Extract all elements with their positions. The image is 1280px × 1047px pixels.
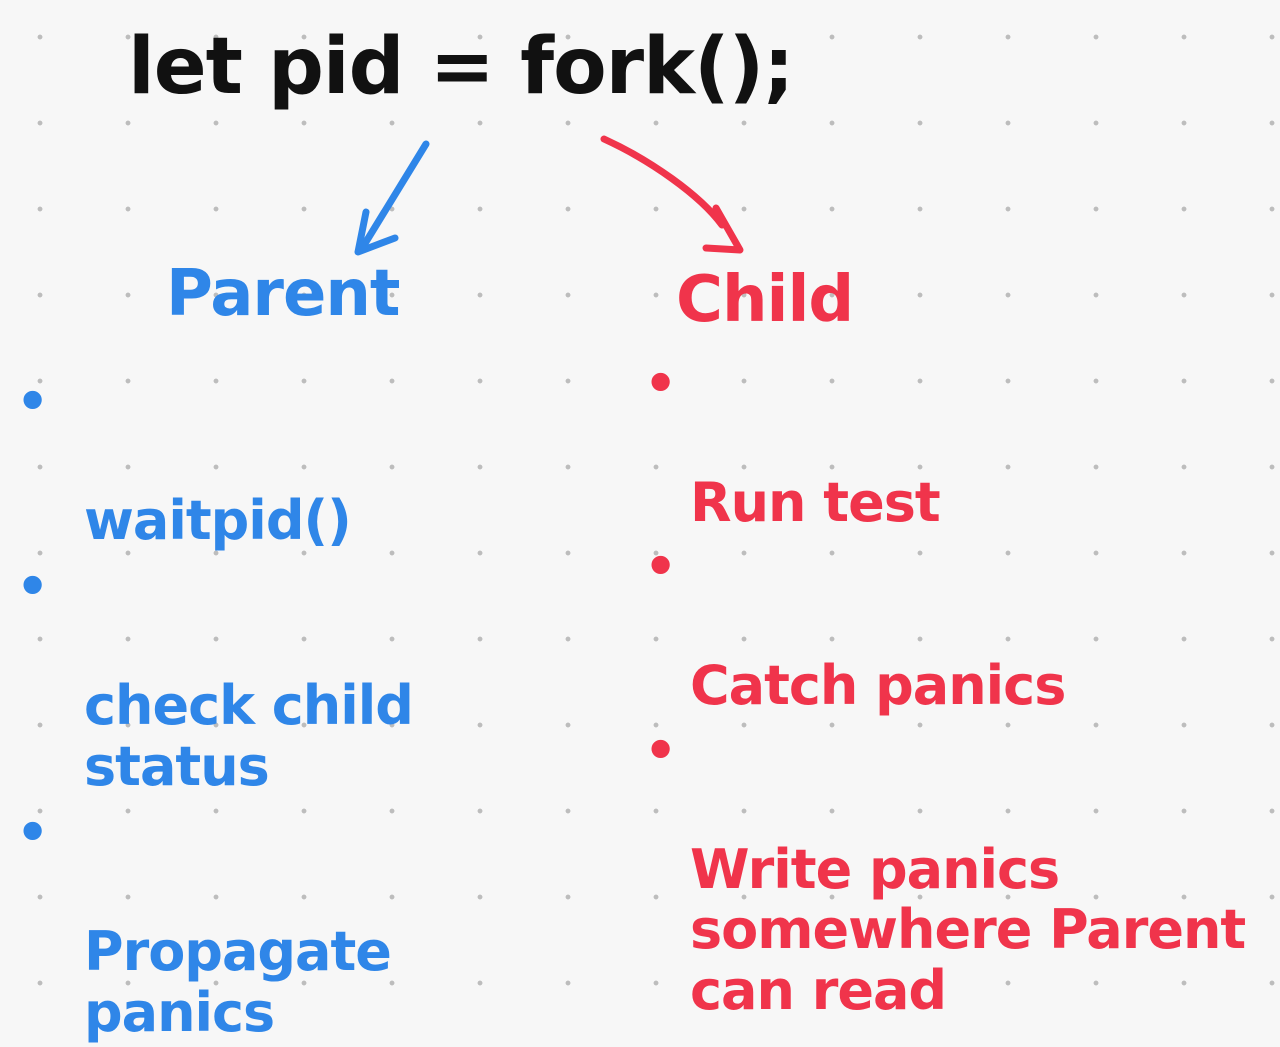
child-list-item: • Catch panics bbox=[644, 535, 1270, 718]
bullet-marker: • bbox=[16, 372, 49, 432]
red-arrow-to-child bbox=[600, 135, 744, 254]
bullet-marker: • bbox=[644, 537, 677, 598]
parent-item-text: Propagate panics bbox=[84, 920, 392, 1044]
child-heading: Child bbox=[676, 263, 854, 337]
child-item-text: Run test bbox=[690, 470, 941, 534]
bullet-marker: • bbox=[16, 557, 49, 618]
child-item-text: Write panics somewhere Parent can read bbox=[690, 837, 1246, 1022]
bullet-marker: • bbox=[644, 354, 677, 414]
child-list-item: • Write panics somewhere Parent can read bbox=[644, 719, 1270, 1022]
child-item-text: Catch panics bbox=[690, 654, 1066, 718]
parent-heading: Parent bbox=[166, 257, 400, 331]
red-arrow-shaft bbox=[600, 135, 726, 229]
parent-list-item: • waitpid() bbox=[16, 370, 504, 552]
blue-arrow-shaft bbox=[357, 140, 430, 254]
parent-item-text: check child status bbox=[84, 674, 414, 798]
blue-arrow-to-parent bbox=[354, 140, 430, 256]
bullet-marker: • bbox=[644, 720, 677, 781]
parent-task-list: • waitpid() • check child status • Propa… bbox=[16, 370, 504, 1047]
child-task-list: • Run test • Catch panics • Write panics… bbox=[644, 352, 1270, 1023]
bullet-marker: • bbox=[16, 803, 49, 864]
child-list-item: • Run test bbox=[644, 352, 1270, 534]
parent-item-text: waitpid() bbox=[84, 488, 352, 552]
parent-list-item: • Propagate panics bbox=[16, 801, 504, 1044]
parent-list-item: • check child status bbox=[16, 555, 504, 798]
